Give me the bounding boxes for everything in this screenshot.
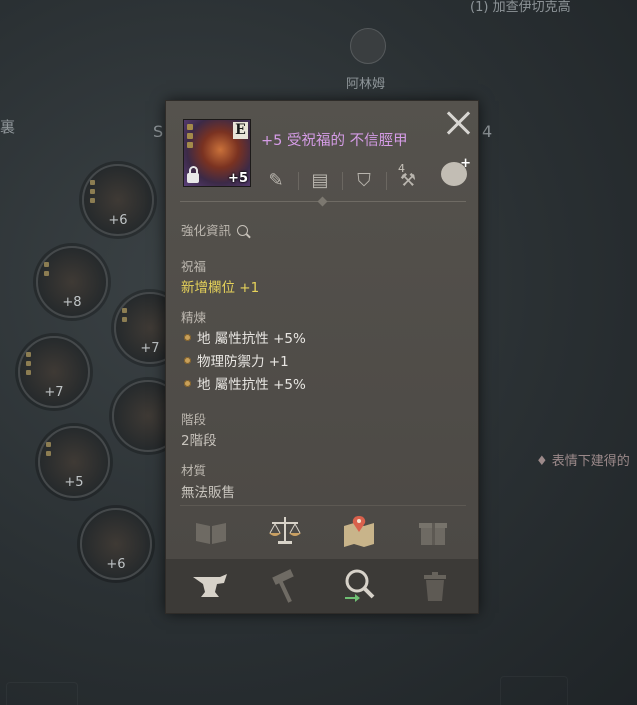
- gem-slots: [187, 124, 194, 151]
- equip-slot-level: +6: [106, 557, 126, 572]
- bg-frame: [6, 682, 78, 705]
- npc-name: 阿林姆: [346, 77, 386, 92]
- divider-ornament: [317, 196, 328, 207]
- scale-trade-icon[interactable]: [266, 514, 304, 548]
- equip-slot: +6: [82, 164, 154, 236]
- lock-icon: [187, 166, 199, 183]
- grade-badge: E: [233, 122, 248, 139]
- blessing-value: 新增欄位 +1: [181, 280, 260, 296]
- equip-slot: +6: [80, 508, 152, 580]
- refine-stat: 地 屬性抗性 +5%: [184, 327, 306, 347]
- tooltip-body: E +5 +5 受祝福的 不信脛甲 ✎ ▤ ⛉ ⚒ 4 強化資訊 祝福 新增欄位…: [166, 101, 478, 559]
- item-name: +5 受祝福的 不信脛甲: [261, 133, 408, 149]
- equip-slot-level: +7: [44, 385, 64, 400]
- magnify-icon: [237, 225, 249, 236]
- chat-share-icon[interactable]: [441, 156, 471, 186]
- refine-label: 精煉: [181, 310, 207, 325]
- map-location-icon[interactable]: [340, 514, 378, 548]
- equip-slot: +5: [38, 426, 110, 498]
- bg-quest-title: 加查伊切克高: [492, 0, 571, 15]
- refine-stat-text: 物理防禦力 +1: [197, 354, 289, 370]
- bg-emote-label: 表情下建得的: [551, 454, 630, 469]
- refine-stat: 地 屬性抗性 +5%: [184, 373, 306, 393]
- bg-letter: S: [153, 122, 164, 141]
- icon-separator: [298, 172, 299, 190]
- bg-number: 4: [482, 122, 493, 141]
- close-button[interactable]: [445, 109, 473, 137]
- gem-bullet-icon: [184, 356, 191, 364]
- bg-emote-text: ♦ 表情下建得的: [536, 450, 630, 469]
- enhance-level: +5: [228, 171, 248, 186]
- bag-lock-icon[interactable]: ⛉: [351, 168, 377, 194]
- enhance-info-label: 強化資訊: [181, 223, 232, 238]
- gem-bullet-icon: [184, 333, 191, 341]
- enhance-info-link[interactable]: 強化資訊: [181, 220, 249, 239]
- item-action-icons: ✎ ▤ ⛉ ⚒ 4: [261, 156, 471, 196]
- anvil-count: 4: [398, 162, 405, 175]
- stage-value: 2階段: [181, 433, 217, 449]
- icon-separator: [342, 172, 343, 190]
- equip-slot-level: +8: [62, 295, 82, 310]
- material-value: 無法販售: [181, 485, 235, 501]
- anvil-enhance-button[interactable]: [190, 567, 230, 605]
- codex-book-icon[interactable]: [192, 515, 230, 549]
- bg-quest-text: (1) 加查伊切克高: [470, 0, 571, 15]
- material-label: 材質: [181, 463, 207, 478]
- equip-slot-level: +5: [64, 475, 84, 490]
- equip-slot-level: +6: [108, 213, 128, 228]
- equip-slot: +7: [18, 336, 90, 408]
- gem-bullet-icon: [184, 379, 191, 387]
- scroll-icon[interactable]: ✎: [263, 168, 289, 194]
- refine-stat: 物理防禦力 +1: [184, 350, 289, 370]
- storage-icon[interactable]: ▤: [307, 168, 333, 194]
- refine-stat-text: 地 屬性抗性 +5%: [197, 331, 306, 347]
- trash-can-button[interactable]: [415, 567, 455, 605]
- bg-partial-text: 裏: [0, 118, 16, 136]
- magnify-compare-button[interactable]: [339, 567, 379, 605]
- item-tooltip: E +5 +5 受祝福的 不信脛甲 ✎ ▤ ⛉ ⚒ 4 強化資訊 祝福 新增欄位…: [166, 101, 478, 613]
- hammer-button[interactable]: [265, 567, 305, 605]
- tooltip-footer: [166, 559, 478, 613]
- bg-emote-icon: ♦: [536, 454, 552, 469]
- npc-marker-icon: [350, 28, 386, 64]
- stage-label: 階段: [181, 412, 207, 427]
- icon-separator: [386, 172, 387, 190]
- bg-quest-badge: (1): [470, 0, 489, 15]
- equip-slot: +8: [36, 246, 108, 318]
- bg-frame: [500, 676, 568, 705]
- item-icon: E +5: [183, 119, 251, 187]
- actions-divider: [180, 505, 466, 506]
- gift-box-icon[interactable]: [414, 515, 452, 549]
- refine-stat-text: 地 屬性抗性 +5%: [197, 377, 306, 393]
- blessing-label: 祝福: [181, 259, 207, 274]
